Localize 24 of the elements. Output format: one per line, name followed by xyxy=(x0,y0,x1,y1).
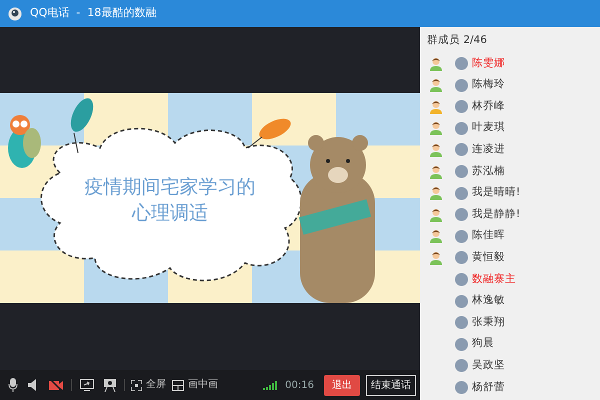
call-timer: 00:16 xyxy=(285,378,314,392)
member-name[interactable]: 数融寨主 xyxy=(472,272,516,288)
member-name[interactable]: 黄恒毅 xyxy=(472,250,505,266)
member-name[interactable]: 陈佳晖 xyxy=(472,228,505,244)
member-name[interactable]: 连凌进 xyxy=(472,142,505,158)
fullscreen-button[interactable]: 全屏 xyxy=(131,380,166,390)
member-name[interactable]: 我是静静! xyxy=(472,206,520,223)
end-call-button[interactable]: 结束通话 xyxy=(366,374,416,396)
member-name[interactable]: 陈雯娜 xyxy=(472,56,505,72)
exit-button[interactable]: 退出 xyxy=(324,374,360,396)
member-count-label: 群成员 2/46 xyxy=(426,33,488,48)
member-name[interactable]: 苏泓楠 xyxy=(472,164,505,180)
member-name[interactable]: 狗晨 xyxy=(472,336,494,352)
member-name[interactable]: 张秉翔 xyxy=(472,314,505,331)
member-name[interactable]: 叶麦琪 xyxy=(472,120,505,136)
slide-title: 疫情期间宅家学习的 心理调适 xyxy=(84,175,256,226)
member-name[interactable]: 陈梅玲 xyxy=(472,77,505,94)
member-name[interactable]: 杨舒蕾 xyxy=(472,380,505,396)
member-name[interactable]: 吴政坚 xyxy=(472,358,505,374)
member-name[interactable]: 林乔峰 xyxy=(472,98,505,115)
member-name[interactable]: 我是晴晴! xyxy=(472,185,520,201)
member-name[interactable]: 林逸敏 xyxy=(472,293,505,309)
window-title: QQ电话 - 18最酷的数融 xyxy=(30,5,156,22)
picture-in-picture-button[interactable]: 画中画 xyxy=(172,380,218,390)
